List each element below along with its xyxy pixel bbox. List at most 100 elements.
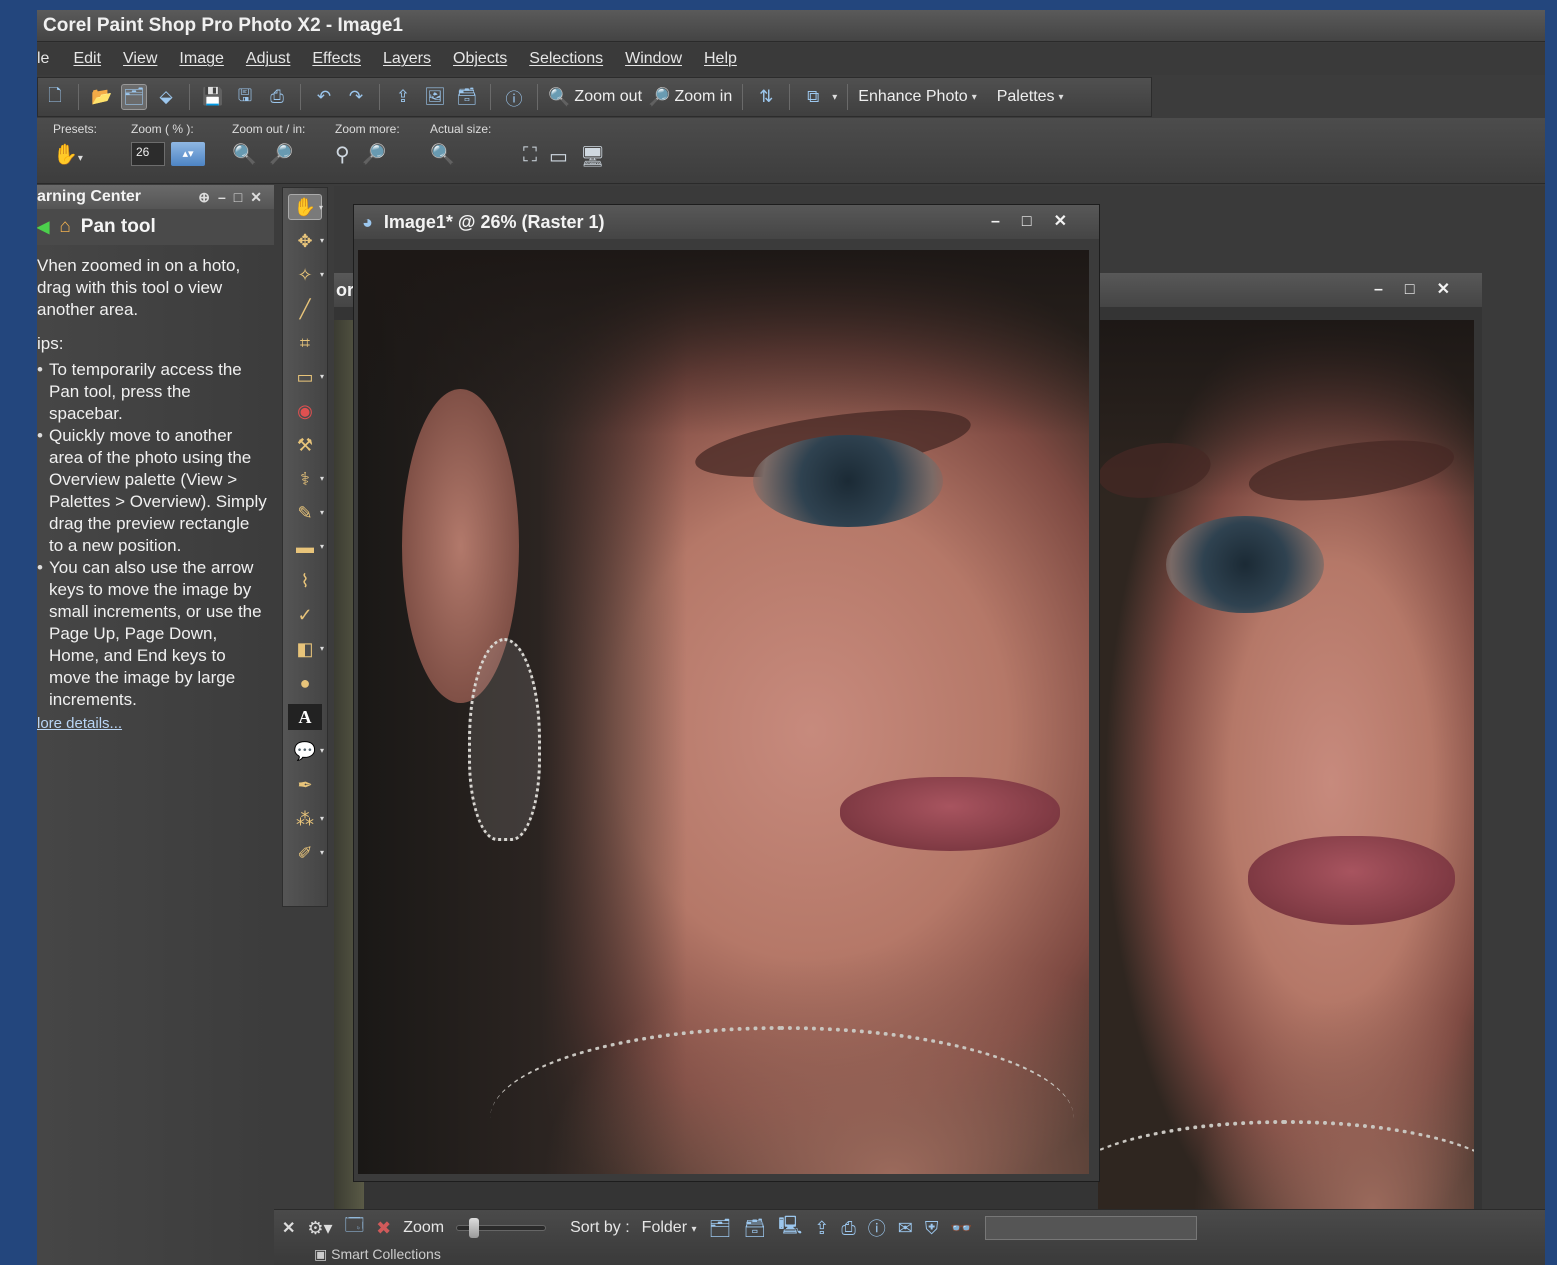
zoom-out-small-icon[interactable]: 🔍 xyxy=(232,142,257,167)
close-icon[interactable]: ✕ xyxy=(1437,281,1472,298)
pan-tool-icon[interactable]: ✋ ▾ xyxy=(288,194,323,220)
maximize-icon[interactable]: □ xyxy=(234,189,250,205)
scan-icon[interactable]: ⬙ xyxy=(153,84,179,110)
scratch-remover-icon[interactable]: ▬ ▾ xyxy=(288,534,324,560)
zoom-percent-input[interactable]: 26 xyxy=(131,142,165,166)
toolbar-separator xyxy=(379,84,380,110)
fit-image-icon[interactable]: ▭ xyxy=(549,144,568,169)
menu-view[interactable]: View xyxy=(123,50,157,68)
zoom-percent-group: Zoom ( % ): 26 ▴▾ xyxy=(131,122,205,166)
menu-adjust[interactable]: Adjust xyxy=(246,50,290,68)
toolbar-separator xyxy=(490,84,491,110)
open-folder-icon[interactable]: 📂 xyxy=(89,84,115,110)
toolbar-separator xyxy=(742,84,744,110)
window-controls: –□✕ xyxy=(1374,273,1472,307)
browse-icon[interactable]: 🗂 xyxy=(121,84,147,110)
portrait-photo[interactable] xyxy=(358,250,1089,1174)
menu-objects[interactable]: Objects xyxy=(453,50,507,68)
new-file-icon[interactable]: 🗋 xyxy=(42,84,68,110)
full-screen-icon[interactable]: 🖥 xyxy=(580,144,605,169)
search-input[interactable] xyxy=(984,1216,1197,1240)
copy-special-dropdown-icon[interactable]: ▾ xyxy=(832,92,837,103)
copy-special-icon[interactable]: ⧉ xyxy=(800,84,826,110)
zoom-out-button[interactable]: 🔍 Zoom out xyxy=(548,87,642,108)
more-details-link[interactable]: lore details... xyxy=(37,713,268,735)
menu-effects[interactable]: Effects xyxy=(312,50,361,68)
push-icon[interactable]: ● xyxy=(288,670,322,696)
print-icon[interactable]: ⎙ xyxy=(841,1218,855,1239)
share-icon[interactable]: ⇪ xyxy=(390,84,416,110)
pick-tool-icon[interactable]: ✥ ▾ xyxy=(288,228,324,254)
zoom-slider[interactable] xyxy=(456,1218,547,1238)
save-icon[interactable]: 💾 xyxy=(200,84,226,110)
menu-file[interactable]: le xyxy=(37,50,49,68)
share-icon[interactable]: ⇪ xyxy=(814,1218,829,1239)
smart-collections-row[interactable]: ▣ Smart Collections xyxy=(274,1246,1545,1263)
minimize-icon[interactable]: – xyxy=(218,189,234,205)
minimize-icon[interactable]: – xyxy=(991,213,1022,230)
menu-help[interactable]: Help xyxy=(704,50,737,68)
preset-shape-icon[interactable]: 💬 ▾ xyxy=(288,738,324,764)
undo-icon[interactable]: ↶ xyxy=(311,84,337,110)
zoom-in-button[interactable]: 🔎 Zoom in xyxy=(648,87,732,108)
close-icon[interactable]: ✕ xyxy=(282,1218,295,1238)
palettes-button[interactable]: Palettes ▾ xyxy=(997,88,1064,106)
zoom-slider-knob[interactable] xyxy=(468,1218,479,1238)
paint-brush-icon[interactable]: ✎ ▾ xyxy=(288,500,324,526)
back-arrow-icon[interactable]: ◀ xyxy=(37,217,49,237)
makeover-icon[interactable]: ⚒ xyxy=(288,432,322,458)
pin-icon[interactable]: ⊕ xyxy=(198,189,218,205)
email-icon[interactable]: ✉ xyxy=(898,1218,913,1239)
pen-icon[interactable]: ✒ xyxy=(288,772,322,798)
oil-brush-icon[interactable]: ✐ ▾ xyxy=(288,840,324,866)
zoom-more-in-icon[interactable]: 🔎 xyxy=(362,142,387,167)
zoom-in-small-icon[interactable]: 🔎 xyxy=(269,142,294,167)
save-as-icon[interactable]: 🖫 xyxy=(232,84,258,110)
dropper-icon[interactable]: ╱ xyxy=(288,296,322,322)
crop-icon[interactable]: ⌗ xyxy=(288,330,322,356)
monitor-icon[interactable]: 🖳 xyxy=(778,1213,802,1243)
pan-hand-preset-icon[interactable]: ✋▾ xyxy=(53,142,83,167)
binoculars-icon[interactable]: 👓 xyxy=(950,1218,972,1239)
menu-layers[interactable]: Layers xyxy=(383,50,431,68)
home-icon[interactable]: ⌂ xyxy=(59,216,70,238)
gear-icon[interactable]: ⚙▾ xyxy=(307,1218,332,1239)
menu-image[interactable]: Image xyxy=(179,50,223,68)
shield-icon[interactable]: ⛨ xyxy=(925,1218,939,1239)
magic-wand-icon[interactable]: ✧ ▾ xyxy=(288,262,324,288)
enhance-photo-button[interactable]: Enhance Photo ▾ xyxy=(858,88,976,106)
maximize-icon[interactable]: □ xyxy=(1022,213,1054,230)
image1-window[interactable]: ◕ Image1* @ 26% (Raster 1) –□✕ xyxy=(353,204,1100,1182)
dodge-icon[interactable]: ⌇ xyxy=(288,568,322,594)
actual-size-icon[interactable]: 🔍 xyxy=(430,142,455,167)
close-icon[interactable]: ✕ xyxy=(1054,213,1089,230)
photo-export-icon[interactable]: 🖼 xyxy=(422,84,448,110)
red-eye-icon[interactable]: ◉ xyxy=(288,398,322,424)
color-replacer-icon[interactable]: ✓ xyxy=(288,602,322,628)
menu-edit[interactable]: Edit xyxy=(73,50,101,68)
browse-folders-icon[interactable]: 🗔 xyxy=(345,1213,365,1243)
clone-brush-icon[interactable]: ⚕ ▾ xyxy=(288,466,324,492)
zoom-more-out-icon[interactable]: ⚲ xyxy=(335,142,350,167)
transfer-icon[interactable]: ⇅ xyxy=(753,84,779,110)
sort-by-select[interactable]: Folder ▾ xyxy=(642,1219,697,1237)
close-icon[interactable]: ✕ xyxy=(250,189,270,205)
text-icon[interactable]: A xyxy=(288,704,322,730)
minimize-icon[interactable]: – xyxy=(1374,281,1405,298)
info-icon[interactable]: ⓘ xyxy=(501,84,527,110)
print-icon[interactable]: ⎙ xyxy=(264,84,290,110)
flood-fill-icon[interactable]: ◧ ▾ xyxy=(288,636,324,662)
info-icon[interactable]: ⓘ xyxy=(868,1215,886,1241)
redo-icon[interactable]: ↷ xyxy=(343,84,369,110)
photo-tray-icon[interactable]: 🗃 xyxy=(743,1218,766,1239)
fit-window-icon[interactable]: ⛶ xyxy=(523,144,537,169)
zoom-spinner-icon[interactable]: ▴▾ xyxy=(171,142,205,166)
menu-selections[interactable]: Selections xyxy=(529,50,603,68)
menu-window[interactable]: Window xyxy=(625,50,682,68)
photo-import-icon[interactable]: 🗃 xyxy=(454,84,480,110)
delete-icon[interactable]: ✖ xyxy=(376,1218,391,1239)
straighten-icon[interactable]: ▭ ▾ xyxy=(288,364,324,390)
maximize-icon[interactable]: □ xyxy=(1405,281,1437,298)
warp-brush-icon[interactable]: ⁂ ▾ xyxy=(288,806,324,832)
thumbnails-icon[interactable]: 🗂 xyxy=(709,1218,732,1239)
